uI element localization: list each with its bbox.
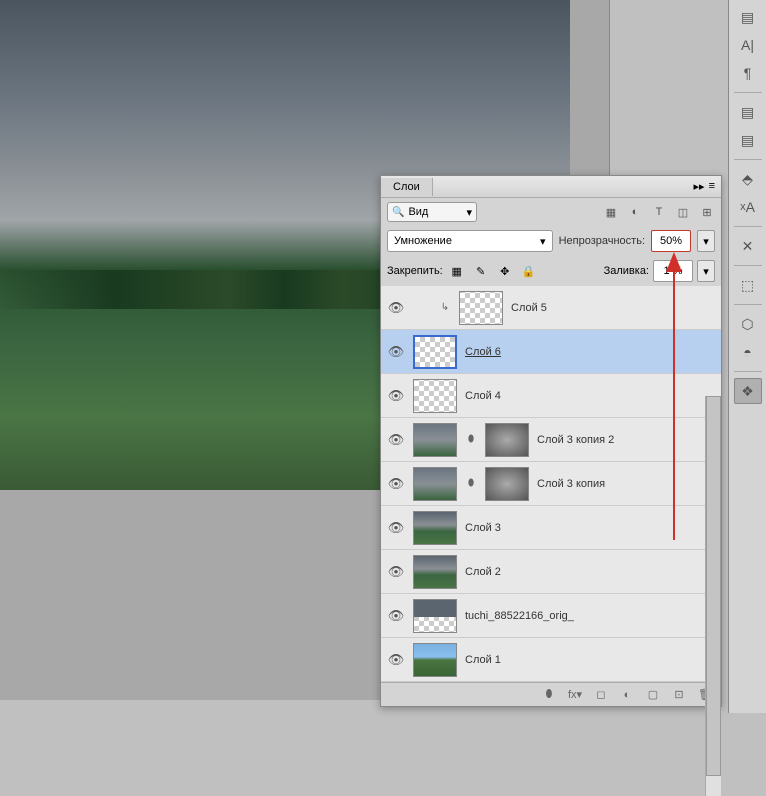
visibility-toggle[interactable]: 👁 [387,651,405,669]
filter-pixel-icon[interactable]: ▦ [603,204,619,220]
group-icon[interactable]: ▢ [645,687,661,703]
adjustment-layer-icon[interactable]: ◐ [619,687,635,703]
layer-name-label[interactable]: Слой 4 [465,390,501,402]
opacity-input[interactable]: 50% [651,230,691,252]
mask-thumbnail[interactable] [485,423,529,457]
layer-thumbnail[interactable] [413,379,457,413]
blend-row: Умножение Непрозрачность: 50% ▾ [381,226,721,256]
filter-type-select[interactable]: Вид [387,202,477,222]
layer-row[interactable]: 👁 ↳ Слой 5 [381,286,721,330]
fx-icon[interactable]: fx▾ [567,687,583,703]
layer-name-label[interactable]: Слой 3 [465,522,501,534]
layer-name-label[interactable]: Слой 5 [511,302,547,314]
visibility-toggle[interactable]: 👁 [387,607,405,625]
tool-nav-icon[interactable]: ⬚ [734,272,762,298]
layer-filter-row: Вид ▦ ◐ T ◫ ⊞ [381,198,721,226]
layer-row[interactable]: 👁 ⬮ Слой 3 копия 2 [381,418,721,462]
layer-thumbnail[interactable] [413,555,457,589]
menu-icon[interactable]: ≡ [709,180,715,193]
layers-list: 👁 ↳ Слой 5 👁 Слой 6 👁 Слой 4 👁 ⬮ Слой 3 копия 2 👁 ⬮… [381,286,721,682]
tool-para-icon[interactable]: ¶ [734,60,762,86]
lock-transparency-icon[interactable]: ▦ [449,263,465,279]
scrollbar-thumb[interactable] [706,396,721,776]
lock-all-icon[interactable]: 🔒 [521,263,537,279]
visibility-toggle[interactable]: 👁 [387,519,405,537]
tool-crossed-icon[interactable]: ✕ [734,233,762,259]
layer-row[interactable]: 👁 Слой 2 [381,550,721,594]
layer-thumbnail[interactable] [413,423,457,457]
tab-layers[interactable]: Слои [381,178,433,196]
panel-tab-bar: Слои ▸▸ ≡ [381,176,721,198]
add-mask-icon[interactable]: ◻ [593,687,609,703]
layer-name-label[interactable]: Слой 6 [465,346,501,358]
visibility-toggle[interactable]: 👁 [387,299,405,317]
opacity-dropdown[interactable]: ▾ [697,230,715,252]
link-layers-icon[interactable]: ⬮ [541,687,557,703]
right-toolbar: ▤ A| ¶ ▤ ▤ ⬘ xA ✕ ⬚ ⬡ ◓ ❖ [728,0,766,713]
lock-move-icon[interactable]: ✥ [497,263,513,279]
layer-thumbnail[interactable] [459,291,503,325]
layer-row[interactable]: 👁 Слой 3 [381,506,721,550]
layer-thumbnail[interactable] [413,467,457,501]
mask-thumbnail[interactable] [485,467,529,501]
clip-indicator-icon: ↳ [439,302,451,313]
tool-styles-icon[interactable]: ▤ [734,127,762,153]
tool-sphere-icon[interactable]: ◓ [734,339,762,365]
layer-name-label[interactable]: Слой 3 копия 2 [537,434,614,446]
filter-shape-icon[interactable]: ◫ [675,204,691,220]
layer-thumbnail[interactable] [413,643,457,677]
filter-icons: ▦ ◐ T ◫ ⊞ [603,204,715,220]
visibility-toggle[interactable]: 👁 [387,563,405,581]
blend-mode-select[interactable]: Умножение [387,230,553,252]
layer-thumbnail[interactable] [413,511,457,545]
lock-brush-icon[interactable]: ✎ [473,263,489,279]
visibility-toggle[interactable]: 👁 [387,387,405,405]
layers-panel: Слои ▸▸ ≡ Вид ▦ ◐ T ◫ ⊞ Умножение Непроз… [380,175,722,707]
layer-thumbnail[interactable] [413,335,457,369]
mask-link-icon[interactable]: ⬮ [465,434,477,445]
lock-row: Закрепить: ▦ ✎ ✥ 🔒 Заливка: 1 % ▾ [381,256,721,286]
layers-scrollbar[interactable] [705,396,721,796]
layer-thumbnail[interactable] [413,599,457,633]
filter-adjust-icon[interactable]: ◐ [627,204,643,220]
filter-text-icon[interactable]: T [651,204,667,220]
fill-dropdown[interactable]: ▾ [697,260,715,282]
blend-mode-value: Умножение [394,235,452,247]
tool-char-icon[interactable]: A| [734,32,762,58]
opacity-label: Непрозрачность: [559,235,645,247]
mask-link-icon[interactable]: ⬮ [465,478,477,489]
layer-row[interactable]: 👁 Слой 6 [381,330,721,374]
tool-history-icon[interactable]: ▤ [734,4,762,30]
layer-row[interactable]: 👁 Слой 1 [381,638,721,682]
visibility-toggle[interactable]: 👁 [387,431,405,449]
layer-name-label[interactable]: Слой 2 [465,566,501,578]
visibility-toggle[interactable]: 👁 [387,475,405,493]
new-layer-icon[interactable]: ⊡ [671,687,687,703]
lock-icons: ▦ ✎ ✥ 🔒 [449,263,537,279]
fill-label: Заливка: [604,265,649,277]
tool-char2-icon[interactable]: xA [734,194,762,220]
layer-name-label[interactable]: Слой 1 [465,654,501,666]
tool-3d-icon[interactable]: ⬡ [734,311,762,337]
panel-menu[interactable]: ▸▸ ≡ [688,180,721,193]
layer-name-label[interactable]: Слой 3 копия [537,478,605,490]
layer-row[interactable]: 👁 Слой 4 [381,374,721,418]
fill-input[interactable]: 1 % [653,260,693,282]
collapse-icon[interactable]: ▸▸ [694,180,705,193]
tool-layers-icon[interactable]: ❖ [734,378,762,404]
layer-row[interactable]: 👁 tuchi_88522166_orig_ [381,594,721,638]
layers-footer: ⬮ fx▾ ◻ ◐ ▢ ⊡ 🗑 [381,682,721,706]
lock-label: Закрепить: [387,265,443,277]
filter-type-label: Вид [408,206,428,218]
filter-smart-icon[interactable]: ⊞ [699,204,715,220]
tool-swatches-icon[interactable]: ▤ [734,99,762,125]
fill-value: 1 % [664,265,683,277]
fill-group: Заливка: 1 % ▾ [604,260,715,282]
layer-name-label[interactable]: tuchi_88522166_orig_ [465,610,574,622]
visibility-toggle[interactable]: 👁 [387,343,405,361]
opacity-value: 50% [660,235,682,247]
tool-adjust-icon[interactable]: ⬘ [734,166,762,192]
layer-row[interactable]: 👁 ⬮ Слой 3 копия [381,462,721,506]
